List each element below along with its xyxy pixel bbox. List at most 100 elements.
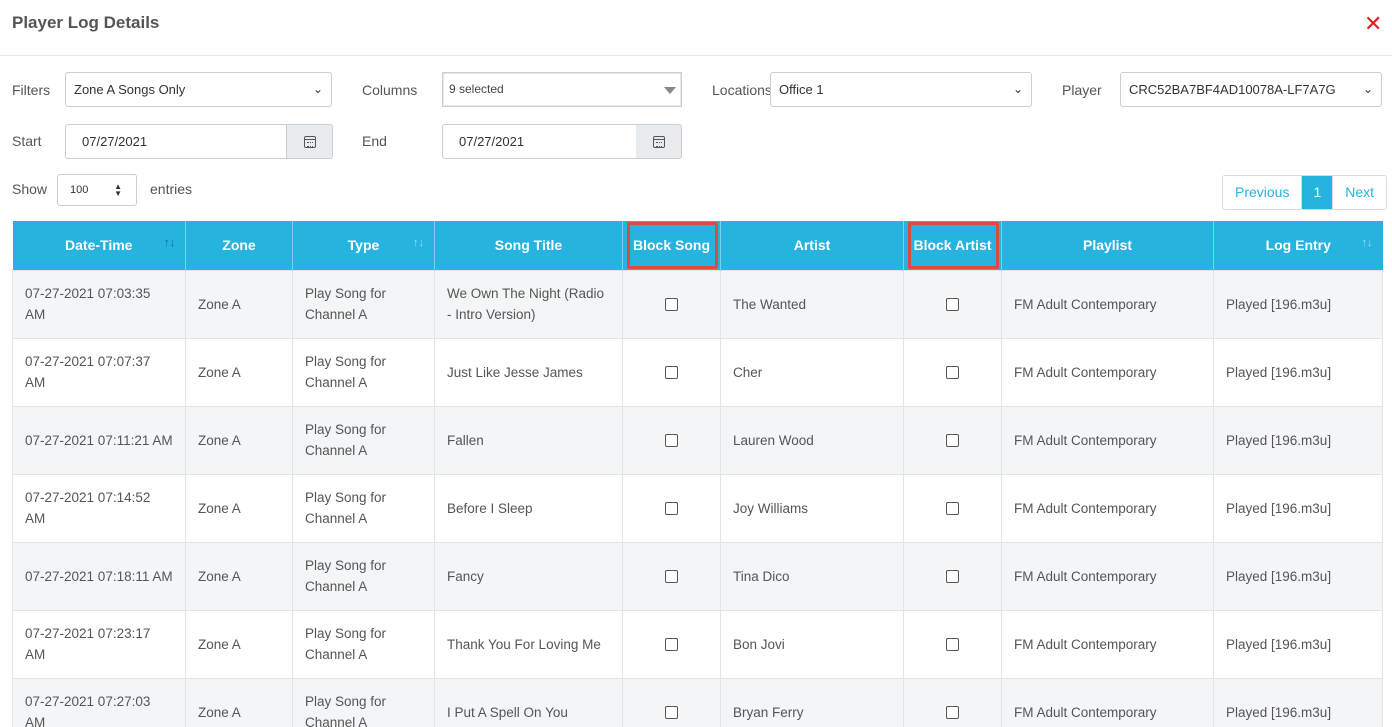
locations-select-value: Office 1 bbox=[779, 82, 824, 97]
columns-label: Columns bbox=[362, 82, 418, 98]
block-artist-checkbox[interactable] bbox=[946, 638, 959, 652]
close-icon[interactable]: ✕ bbox=[1364, 13, 1382, 35]
up-down-icon: ▲ ▼ bbox=[114, 182, 122, 198]
column-header-block-song[interactable]: Block Song bbox=[622, 221, 721, 270]
block-artist-checkbox-cell bbox=[903, 677, 1002, 727]
cell-datetime: 07-27-2021 07:18:11 AM bbox=[12, 541, 186, 611]
block-song-checkbox[interactable] bbox=[665, 502, 678, 516]
next-page-button[interactable]: Next bbox=[1333, 176, 1386, 209]
table-row: 07-27-2021 07:03:35 AM Zone A Play Song fo… bbox=[12, 269, 1383, 339]
filters-label: Filters bbox=[12, 82, 51, 98]
block-song-checkbox-cell bbox=[622, 473, 721, 543]
block-song-checkbox[interactable] bbox=[665, 366, 678, 380]
start-calendar-button[interactable] bbox=[287, 124, 333, 159]
cell-zone: Zone A bbox=[185, 269, 293, 339]
show-label: Show bbox=[12, 181, 48, 197]
cell-artist: Lauren Wood bbox=[720, 405, 904, 475]
cell-datetime: 07-27-2021 07:23:17 AM bbox=[12, 609, 186, 679]
column-header-playlist[interactable]: Playlist bbox=[1001, 221, 1214, 270]
column-header-block-artist[interactable]: Block Artist bbox=[903, 221, 1002, 270]
cell-song-title: I Put A Spell On You bbox=[434, 677, 623, 727]
start-label: Start bbox=[12, 133, 42, 149]
cell-song-title: We Own The Night (Radio - Intro Version) bbox=[434, 269, 623, 339]
block-artist-checkbox[interactable] bbox=[946, 502, 959, 516]
cell-log-entry: Played [196.m3u] bbox=[1213, 677, 1383, 727]
cell-playlist: FM Adult Contemporary bbox=[1001, 541, 1214, 611]
cell-datetime: 07-27-2021 07:27:03 AM bbox=[12, 677, 186, 727]
locations-label: Locations bbox=[712, 82, 772, 98]
cell-artist: Bon Jovi bbox=[720, 609, 904, 679]
cell-type: Play Song for Channel A bbox=[292, 677, 435, 727]
cell-song-title: Before I Sleep bbox=[434, 473, 623, 543]
column-header-song-title[interactable]: Song Title bbox=[434, 221, 623, 270]
block-artist-checkbox[interactable] bbox=[946, 298, 959, 312]
cell-type: Play Song for Channel A bbox=[292, 609, 435, 679]
block-song-checkbox-cell bbox=[622, 609, 721, 679]
cell-zone: Zone A bbox=[185, 473, 293, 543]
block-song-checkbox-cell bbox=[622, 541, 721, 611]
block-song-checkbox-cell bbox=[622, 269, 721, 339]
cell-artist: Cher bbox=[720, 337, 904, 407]
pagination: Previous 1 Next bbox=[1222, 175, 1388, 210]
sort-icon: ↑↓ bbox=[413, 237, 424, 249]
end-date-input[interactable]: 07/27/2021 bbox=[442, 124, 637, 159]
cell-log-entry: Played [196.m3u] bbox=[1213, 609, 1383, 679]
start-date-input[interactable]: 07/27/2021 bbox=[65, 124, 287, 159]
block-song-checkbox[interactable] bbox=[665, 706, 678, 720]
table-header-row: Date-Time ↑↓ Zone Type ↑↓ Song Title Blo… bbox=[12, 221, 1383, 270]
cell-datetime: 07-27-2021 07:07:37 AM bbox=[12, 337, 186, 407]
block-artist-checkbox[interactable] bbox=[946, 706, 959, 720]
player-log-table: Date-Time ↑↓ Zone Type ↑↓ Song Title Blo… bbox=[12, 221, 1383, 727]
cell-log-entry: Played [196.m3u] bbox=[1213, 473, 1383, 543]
page-1-button[interactable]: 1 bbox=[1302, 176, 1334, 209]
cell-type: Play Song for Channel A bbox=[292, 337, 435, 407]
caret-down-icon bbox=[664, 87, 676, 94]
cell-datetime: 07-27-2021 07:03:35 AM bbox=[12, 269, 186, 339]
filters-select[interactable]: Zone A Songs Only ⌄ bbox=[65, 72, 332, 107]
entries-label: entries bbox=[150, 181, 193, 197]
cell-type: Play Song for Channel A bbox=[292, 473, 435, 543]
end-calendar-button[interactable] bbox=[636, 124, 682, 159]
block-song-checkbox-cell bbox=[622, 337, 721, 407]
chevron-down-icon: ⌄ bbox=[1362, 82, 1373, 96]
page-length-select[interactable]: 100 ▲ ▼ bbox=[57, 174, 137, 206]
table-row: 07-27-2021 07:23:17 AM Zone A Play Song fo… bbox=[12, 609, 1383, 679]
column-label: Zone bbox=[222, 237, 256, 254]
cell-playlist: FM Adult Contemporary bbox=[1001, 677, 1214, 727]
columns-multiselect-value: 9 selected bbox=[449, 82, 504, 96]
column-header-log-entry[interactable]: Log Entry ↑↓ bbox=[1213, 221, 1383, 270]
modal-header: Player Log Details ✕ bbox=[0, 0, 1392, 56]
cell-type: Play Song for Channel A bbox=[292, 269, 435, 339]
block-artist-checkbox[interactable] bbox=[946, 434, 959, 448]
block-song-checkbox[interactable] bbox=[665, 638, 678, 652]
block-artist-checkbox-cell bbox=[903, 269, 1002, 339]
block-song-checkbox[interactable] bbox=[665, 298, 678, 312]
table-row: 07-27-2021 07:11:21 AM Zone A Play Song fo… bbox=[12, 405, 1383, 475]
filters-select-value: Zone A Songs Only bbox=[74, 82, 186, 97]
cell-log-entry: Played [196.m3u] bbox=[1213, 541, 1383, 611]
cell-song-title: Fancy bbox=[434, 541, 623, 611]
highlight-box bbox=[627, 222, 718, 269]
player-select[interactable]: CRC52BA7BF4AD10078A-LF7A7G ⌄ bbox=[1120, 72, 1382, 107]
block-artist-checkbox[interactable] bbox=[946, 366, 959, 380]
locations-select[interactable]: Office 1 ⌄ bbox=[770, 72, 1032, 107]
cell-artist: Joy Williams bbox=[720, 473, 904, 543]
block-artist-checkbox-cell bbox=[903, 337, 1002, 407]
column-header-zone[interactable]: Zone bbox=[185, 221, 293, 270]
page-length-value: 100 bbox=[70, 184, 89, 196]
block-artist-checkbox-cell bbox=[903, 541, 1002, 611]
column-header-type[interactable]: Type ↑↓ bbox=[292, 221, 435, 270]
block-song-checkbox[interactable] bbox=[665, 570, 678, 584]
block-song-checkbox[interactable] bbox=[665, 434, 678, 448]
column-header-datetime[interactable]: Date-Time ↑↓ bbox=[12, 221, 186, 270]
previous-page-button[interactable]: Previous bbox=[1223, 176, 1303, 209]
block-artist-checkbox[interactable] bbox=[946, 570, 959, 584]
table-row: 07-27-2021 07:14:52 AM Zone A Play Song fo… bbox=[12, 473, 1383, 543]
cell-artist: The Wanted bbox=[720, 269, 904, 339]
calendar-icon bbox=[303, 135, 316, 148]
block-song-checkbox-cell bbox=[622, 405, 721, 475]
columns-multiselect[interactable]: 9 selected bbox=[442, 72, 682, 107]
column-header-artist[interactable]: Artist bbox=[720, 221, 904, 270]
column-label: Type bbox=[347, 237, 380, 254]
sort-icon: ↑↓ bbox=[1361, 237, 1373, 249]
